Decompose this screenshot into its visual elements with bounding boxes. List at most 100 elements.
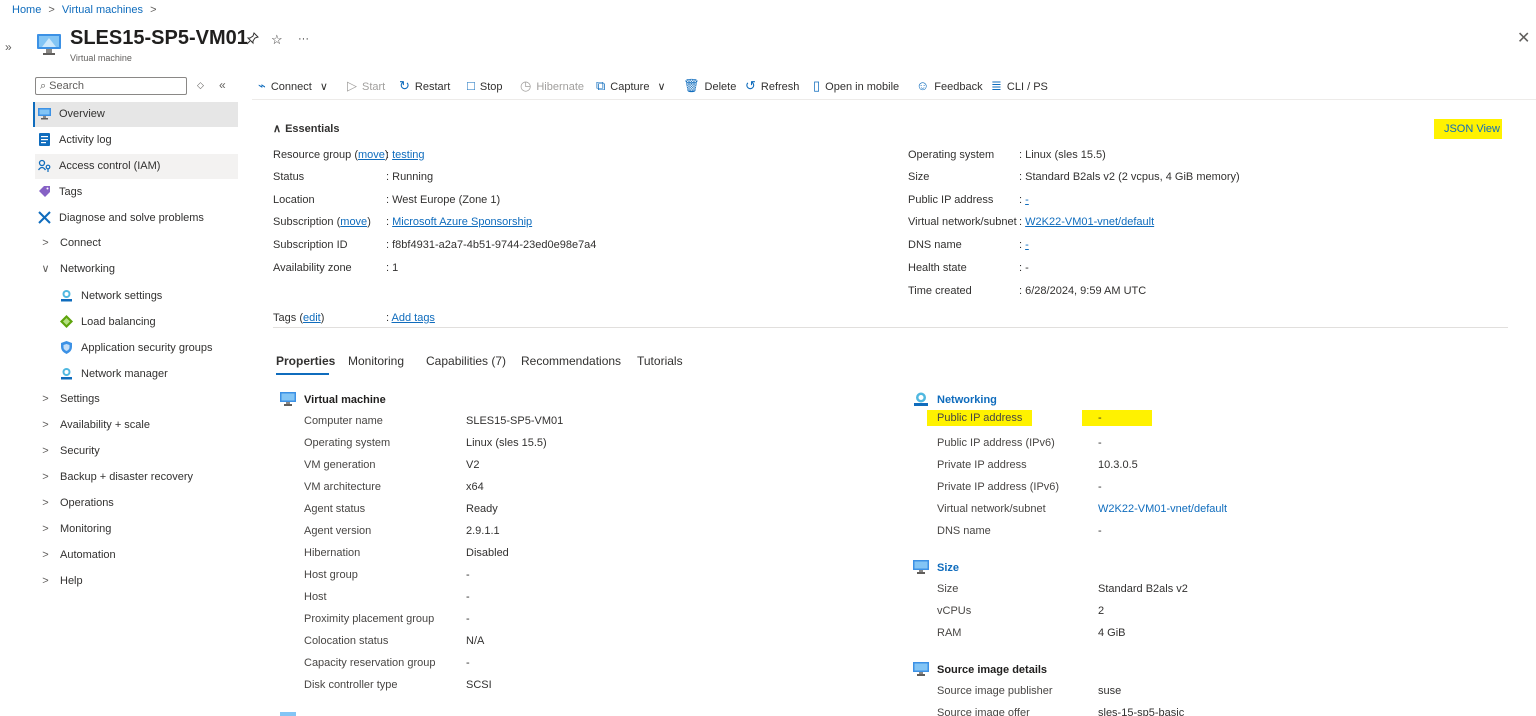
sidebar-item-label: Security — [60, 445, 100, 457]
tags-edit-link[interactable]: edit — [303, 312, 321, 324]
sidebar-item-label: Availability + scale — [60, 419, 150, 431]
resource-group-link[interactable]: testing — [392, 149, 424, 161]
chevron-right-icon: > — [42, 549, 49, 561]
tab-capabilities[interactable]: Capabilities (7) — [426, 354, 506, 368]
tab-monitoring[interactable]: Monitoring — [348, 354, 404, 368]
tab-recommendations[interactable]: Recommendations — [521, 354, 621, 368]
sidebar-item-backup[interactable]: > Backup + disaster recovery — [35, 465, 238, 490]
tags-label: Tags (edit) — [273, 312, 324, 324]
capture-button[interactable]: ⧉ Capture ∨ — [596, 76, 666, 96]
open-in-mobile-button[interactable]: ▯ Open in mobile — [813, 76, 899, 96]
sidebar-item-automation[interactable]: > Automation — [35, 543, 238, 568]
cli-ps-button[interactable]: ≣ CLI / PS — [991, 76, 1048, 96]
delete-button[interactable]: 🗑 Delete — [683, 76, 736, 96]
sidebar-item-label: Settings — [60, 393, 100, 405]
essentials-divider — [273, 327, 1508, 328]
time-created-label: Time created — [908, 285, 972, 297]
sidebar-item-label: Operations — [60, 497, 114, 509]
property-value: N/A — [466, 635, 485, 647]
vnet-subnet-link[interactable]: W2K22-VM01-vnet/default — [1025, 216, 1154, 228]
sidebar-item-access-control[interactable]: Access control (IAM) — [35, 154, 238, 179]
activity-log-icon — [39, 132, 50, 146]
hibernate-button[interactable]: ◷ Hibernate — [520, 76, 584, 96]
stop-button[interactable]: □ Stop — [467, 76, 503, 96]
public-ip-link[interactable]: - — [1025, 194, 1029, 206]
search-icon: ⌕ — [40, 80, 47, 92]
search-input[interactable]: ⌕ Search — [35, 77, 187, 95]
sidebar-item-label: Access control (IAM) — [59, 160, 161, 172]
favorite-star-icon[interactable]: ☆ — [271, 32, 283, 48]
resource-group-move-link[interactable]: move — [358, 149, 385, 161]
expand-menu-icon[interactable]: » — [5, 40, 12, 54]
os-text: Linux (sles 15.5) — [1025, 149, 1106, 161]
open-in-mobile-label: Open in mobile — [825, 81, 900, 93]
sidebar-item-help[interactable]: > Help — [35, 569, 238, 594]
property-label: Public IP address — [927, 410, 1033, 426]
property-value: - — [1098, 525, 1102, 537]
restart-button[interactable]: ↻ Restart — [399, 76, 450, 96]
pin-icon[interactable] — [246, 32, 259, 48]
sidebar-item-operations[interactable]: > Operations — [35, 491, 238, 516]
sidebar-item-application-security-groups[interactable]: Application security groups — [35, 336, 238, 361]
tab-properties[interactable]: Properties — [276, 354, 335, 368]
sidebar-item-monitoring[interactable]: > Monitoring — [35, 517, 238, 542]
operating-system-value: : Linux (sles 15.5) — [1019, 149, 1106, 161]
property-value: Standard B2als v2 — [1098, 583, 1188, 595]
sidebar-item-label: Network manager — [81, 368, 168, 380]
breadcrumb-home-link[interactable]: Home — [12, 4, 41, 16]
property-label: Colocation status — [304, 635, 389, 647]
connect-button[interactable]: ⌁ Connect ∨ — [258, 76, 328, 96]
sidebar-item-label: Activity log — [59, 134, 112, 146]
chevron-down-icon: ∨ — [657, 81, 666, 93]
sidebar-item-overview[interactable]: Overview — [33, 102, 238, 127]
breadcrumb-virtual-machines-link[interactable]: Virtual machines — [62, 4, 143, 16]
refresh-button[interactable]: ↺ Refresh — [745, 76, 799, 96]
networking-section-title[interactable]: Networking — [937, 394, 997, 406]
close-icon[interactable]: ✕ — [1517, 28, 1530, 48]
breadcrumb-separator: > — [150, 4, 157, 16]
property-label: Source image offer — [937, 707, 1030, 716]
public-ip-value: : - — [1019, 194, 1029, 206]
sidebar-item-networking[interactable]: ∨ Networking — [35, 257, 238, 282]
colon: : — [386, 216, 390, 228]
colon: : — [1019, 239, 1023, 251]
more-options-icon[interactable]: ··· — [298, 33, 309, 45]
sidebar-item-network-manager[interactable]: Network manager — [35, 362, 238, 387]
sidebar-item-security[interactable]: > Security — [35, 439, 238, 464]
shield-icon — [61, 340, 72, 354]
network-manager-icon — [61, 367, 72, 380]
vnet-subnet-link[interactable]: W2K22-VM01-vnet/default — [1098, 503, 1227, 515]
size-label: Size — [908, 171, 930, 183]
tab-tutorials[interactable]: Tutorials — [637, 354, 683, 368]
subscription-value: : Microsoft Azure Sponsorship — [386, 216, 532, 228]
start-button[interactable]: ▷ Start — [347, 76, 385, 96]
property-value: - — [1098, 481, 1102, 493]
dns-name-link[interactable]: - — [1025, 239, 1029, 251]
add-tags-link[interactable]: Add tags — [392, 312, 435, 324]
clock-icon: ◷ — [520, 78, 532, 93]
sidebar-item-availability-scale[interactable]: > Availability + scale — [35, 413, 238, 438]
sidebar-item-activity-log[interactable]: Activity log — [35, 128, 238, 153]
size-section-title[interactable]: Size — [937, 562, 959, 574]
sidebar-item-connect[interactable]: > Connect — [35, 231, 238, 256]
colon: : — [1019, 262, 1023, 274]
sidebar-item-load-balancing[interactable]: Load balancing — [35, 310, 238, 335]
subscription-move-link[interactable]: move — [340, 216, 367, 228]
sidebar-item-label: Help — [60, 575, 83, 587]
breadcrumb-separator: > — [48, 4, 55, 16]
search-options-icon[interactable]: ◇ — [197, 80, 204, 91]
sidebar-item-tags[interactable]: Tags — [35, 180, 238, 205]
colon: : — [386, 239, 390, 251]
sidebar-item-network-settings[interactable]: Network settings — [35, 284, 238, 309]
feedback-button[interactable]: ☺ Feedback — [916, 76, 983, 96]
collapse-menu-icon[interactable]: « — [219, 78, 226, 92]
paren: ) — [367, 216, 371, 228]
sidebar-item-diagnose[interactable]: Diagnose and solve problems — [35, 206, 238, 231]
health-state-value: : - — [1019, 262, 1029, 274]
paren: ) — [320, 312, 325, 324]
subscription-link[interactable]: Microsoft Azure Sponsorship — [392, 216, 532, 228]
sidebar-item-settings[interactable]: > Settings — [35, 387, 238, 412]
essentials-toggle[interactable]: ∧ Essentials — [273, 122, 339, 135]
availability-zone-label: Availability zone — [273, 262, 352, 274]
json-view-link[interactable]: JSON View — [1434, 119, 1502, 139]
